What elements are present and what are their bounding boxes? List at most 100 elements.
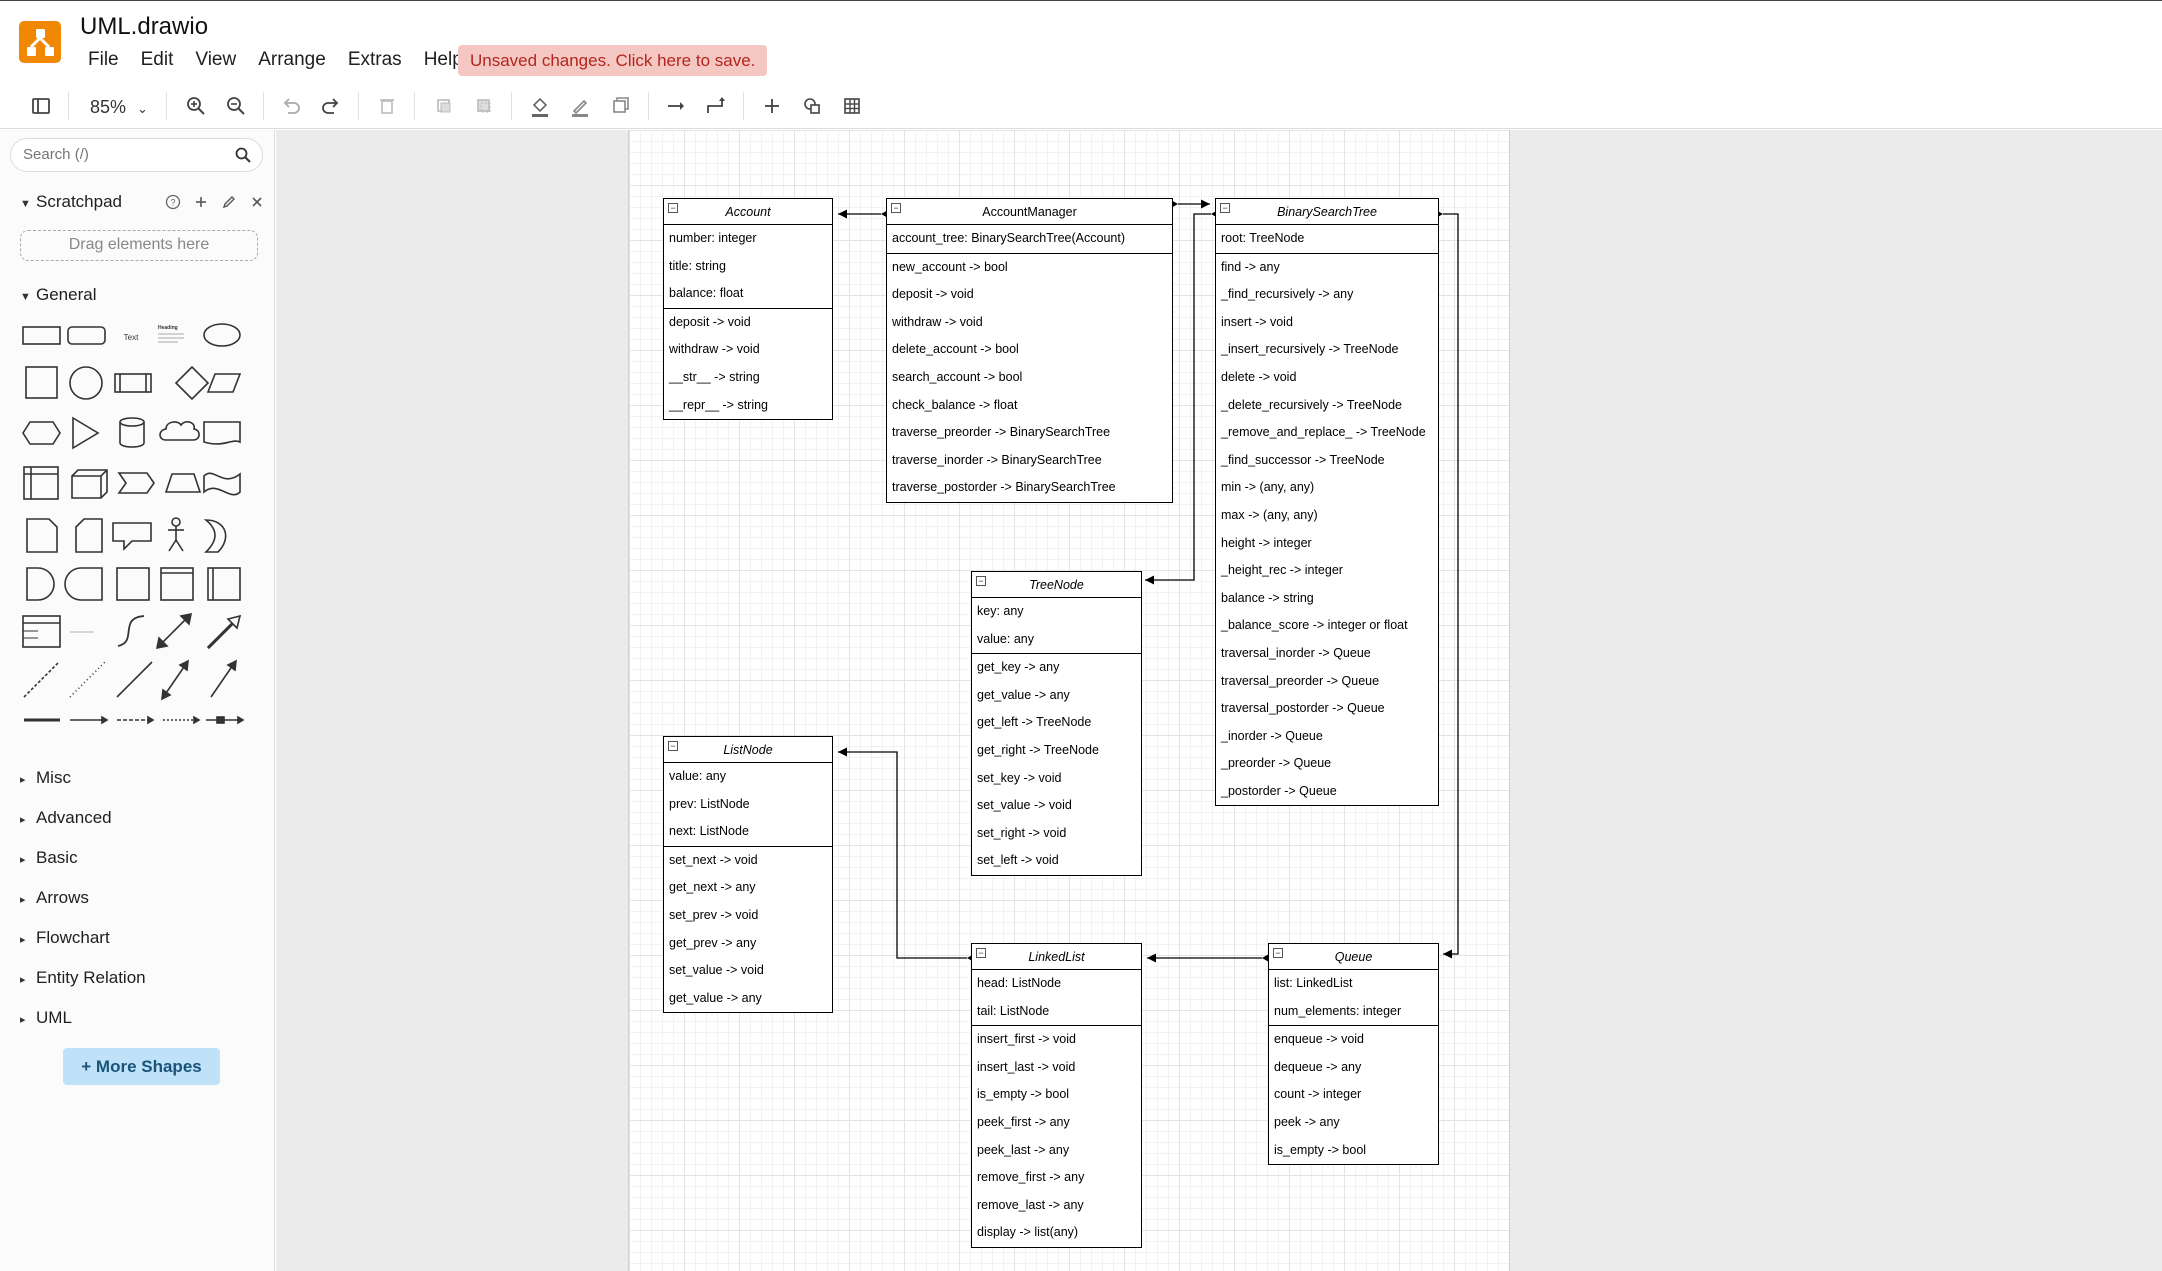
class-method[interactable]: _find_recursively -> any bbox=[1216, 281, 1438, 309]
class-method[interactable]: _find_successor -> TreeNode bbox=[1216, 447, 1438, 475]
class-method[interactable]: withdraw -> void bbox=[664, 336, 832, 364]
internal-storage-shape-icon[interactable] bbox=[23, 466, 59, 500]
class-method[interactable]: set_next -> void bbox=[664, 847, 832, 875]
class-method[interactable]: set_right -> void bbox=[972, 820, 1141, 848]
sidebar-section-advanced[interactable]: ▸ Advanced bbox=[20, 808, 112, 828]
class-method[interactable]: set_left -> void bbox=[972, 847, 1141, 875]
square-outline-shape-icon[interactable] bbox=[116, 567, 150, 601]
class-attribute[interactable]: num_elements: integer bbox=[1269, 998, 1438, 1026]
class-attribute[interactable]: key: any bbox=[972, 598, 1141, 626]
class-method[interactable]: find -> any bbox=[1216, 254, 1438, 282]
insert-shapes-icon[interactable] bbox=[798, 92, 826, 120]
class-method[interactable]: count -> integer bbox=[1269, 1081, 1438, 1109]
class-method[interactable]: _balance_score -> integer or float bbox=[1216, 612, 1438, 640]
class-method[interactable]: traversal_inorder -> Queue bbox=[1216, 640, 1438, 668]
class-attribute[interactable]: title: string bbox=[664, 253, 832, 281]
document-shape-icon[interactable] bbox=[203, 421, 241, 445]
class-method[interactable]: _height_rec -> integer bbox=[1216, 557, 1438, 585]
sidebar-section-misc[interactable]: ▸ Misc bbox=[20, 768, 71, 788]
zoom-out-icon[interactable] bbox=[222, 92, 250, 120]
class-attribute[interactable]: prev: ListNode bbox=[664, 791, 832, 819]
class-name[interactable]: − Account bbox=[664, 199, 832, 225]
class-attribute[interactable]: value: any bbox=[664, 763, 832, 791]
class-method[interactable]: traverse_preorder -> BinarySearchTree bbox=[887, 419, 1172, 447]
dashed-connector-shape-icon[interactable] bbox=[117, 715, 155, 725]
heading-shape-icon[interactable]: Heading bbox=[158, 325, 184, 343]
class-method[interactable]: get_prev -> any bbox=[664, 930, 832, 958]
class-attribute[interactable]: root: TreeNode bbox=[1216, 225, 1438, 253]
dotted-connector-shape-icon[interactable] bbox=[163, 715, 201, 725]
menu-view[interactable]: View bbox=[195, 49, 236, 75]
redo-icon[interactable] bbox=[317, 92, 345, 120]
dashed-line-shape-icon[interactable] bbox=[23, 661, 60, 698]
uml-class-account-manager[interactable]: − AccountManager account_tree: BinarySearc… bbox=[886, 198, 1173, 503]
waypoints-icon[interactable] bbox=[702, 92, 730, 120]
class-method[interactable]: set_prev -> void bbox=[664, 902, 832, 930]
fill-color-icon[interactable] bbox=[526, 92, 554, 120]
class-method[interactable]: search_account -> bool bbox=[887, 364, 1172, 392]
diamond-shape-icon[interactable] bbox=[174, 365, 210, 401]
container-shape-icon[interactable] bbox=[160, 567, 194, 601]
uml-class-queue[interactable]: − Queue list: LinkedList num_elements: inte… bbox=[1268, 943, 1439, 1166]
class-method[interactable]: insert -> void bbox=[1216, 309, 1438, 337]
class-method[interactable]: dequeue -> any bbox=[1269, 1054, 1438, 1082]
class-method[interactable]: _postorder -> Queue bbox=[1216, 778, 1438, 806]
square-shape-icon[interactable] bbox=[25, 366, 58, 399]
class-method[interactable]: _insert_recursively -> TreeNode bbox=[1216, 336, 1438, 364]
insert-plus-icon[interactable] bbox=[758, 92, 786, 120]
class-method[interactable]: traverse_postorder -> BinarySearchTree bbox=[887, 474, 1172, 502]
class-method[interactable]: display -> list(any) bbox=[972, 1219, 1141, 1247]
class-method[interactable]: peek_first -> any bbox=[972, 1109, 1141, 1137]
class-attribute[interactable]: number: integer bbox=[664, 225, 832, 253]
line-shape-icon[interactable] bbox=[116, 661, 153, 698]
class-method[interactable]: traversal_postorder -> Queue bbox=[1216, 695, 1438, 723]
class-name[interactable]: − LinkedList bbox=[972, 944, 1141, 970]
class-method[interactable]: delete_account -> bool bbox=[887, 336, 1172, 364]
class-method[interactable]: is_empty -> bool bbox=[972, 1081, 1141, 1109]
shadow-icon[interactable] bbox=[607, 92, 635, 120]
class-name[interactable]: − TreeNode bbox=[972, 572, 1141, 598]
zoom-dropdown[interactable]: 85% ⌄ bbox=[90, 93, 148, 121]
bidirectional-connector-shape-icon[interactable] bbox=[161, 659, 189, 701]
zoom-in-icon[interactable] bbox=[182, 92, 210, 120]
class-method[interactable]: set_value -> void bbox=[972, 792, 1141, 820]
rounded-rectangle-shape-icon[interactable] bbox=[67, 326, 106, 345]
class-method[interactable]: traverse_inorder -> BinarySearchTree bbox=[887, 447, 1172, 475]
uml-class-linked-list[interactable]: − LinkedList head: ListNode tail: ListNode i… bbox=[971, 943, 1142, 1248]
rectangle-shape-icon[interactable] bbox=[22, 326, 61, 345]
vertical-container-shape-icon[interactable] bbox=[207, 567, 241, 601]
class-attribute[interactable]: value: any bbox=[972, 626, 1141, 654]
to-back-icon[interactable] bbox=[470, 92, 498, 120]
class-method[interactable]: min -> (any, any) bbox=[1216, 474, 1438, 502]
drawio-logo-icon[interactable] bbox=[19, 21, 61, 63]
uml-class-account[interactable]: − Account number: integer title: string bala… bbox=[663, 198, 833, 421]
collapse-icon[interactable]: − bbox=[668, 203, 678, 213]
class-method[interactable]: get_left -> TreeNode bbox=[972, 709, 1141, 737]
document-title[interactable]: UML.drawio bbox=[80, 13, 208, 41]
cloud-shape-icon[interactable] bbox=[159, 420, 200, 441]
parallelogram-shape-icon[interactable] bbox=[206, 373, 242, 393]
search-icon[interactable] bbox=[234, 146, 252, 164]
sidebar-section-entity-relation[interactable]: ▸ Entity Relation bbox=[20, 968, 146, 988]
collapse-icon[interactable]: − bbox=[976, 576, 986, 586]
class-method[interactable]: peek_last -> any bbox=[972, 1137, 1141, 1165]
help-icon[interactable]: ? bbox=[164, 193, 182, 211]
sidebar-section-uml[interactable]: ▸ UML bbox=[20, 1008, 72, 1028]
arrow-shape-icon[interactable] bbox=[206, 614, 242, 650]
class-attribute[interactable]: tail: ListNode bbox=[972, 998, 1141, 1026]
hexagon-shape-icon[interactable] bbox=[22, 421, 61, 445]
class-method[interactable]: balance -> string bbox=[1216, 585, 1438, 613]
class-method[interactable]: remove_first -> any bbox=[972, 1164, 1141, 1192]
class-method[interactable]: max -> (any, any) bbox=[1216, 502, 1438, 530]
unsaved-changes-button[interactable]: Unsaved changes. Click here to save. bbox=[458, 45, 768, 76]
class-method[interactable]: is_empty -> bool bbox=[1269, 1137, 1438, 1165]
ellipse-shape-icon[interactable] bbox=[203, 323, 241, 347]
class-name[interactable]: − AccountManager bbox=[887, 199, 1172, 225]
cylinder-shape-icon[interactable] bbox=[119, 417, 145, 448]
toggle-sidebar-icon[interactable] bbox=[27, 92, 55, 120]
class-method[interactable]: _preorder -> Queue bbox=[1216, 750, 1438, 778]
class-method[interactable]: _delete_recursively -> TreeNode bbox=[1216, 392, 1438, 420]
menu-help[interactable]: Help bbox=[424, 49, 463, 75]
menu-extras[interactable]: Extras bbox=[348, 49, 402, 75]
close-icon[interactable] bbox=[248, 193, 266, 211]
